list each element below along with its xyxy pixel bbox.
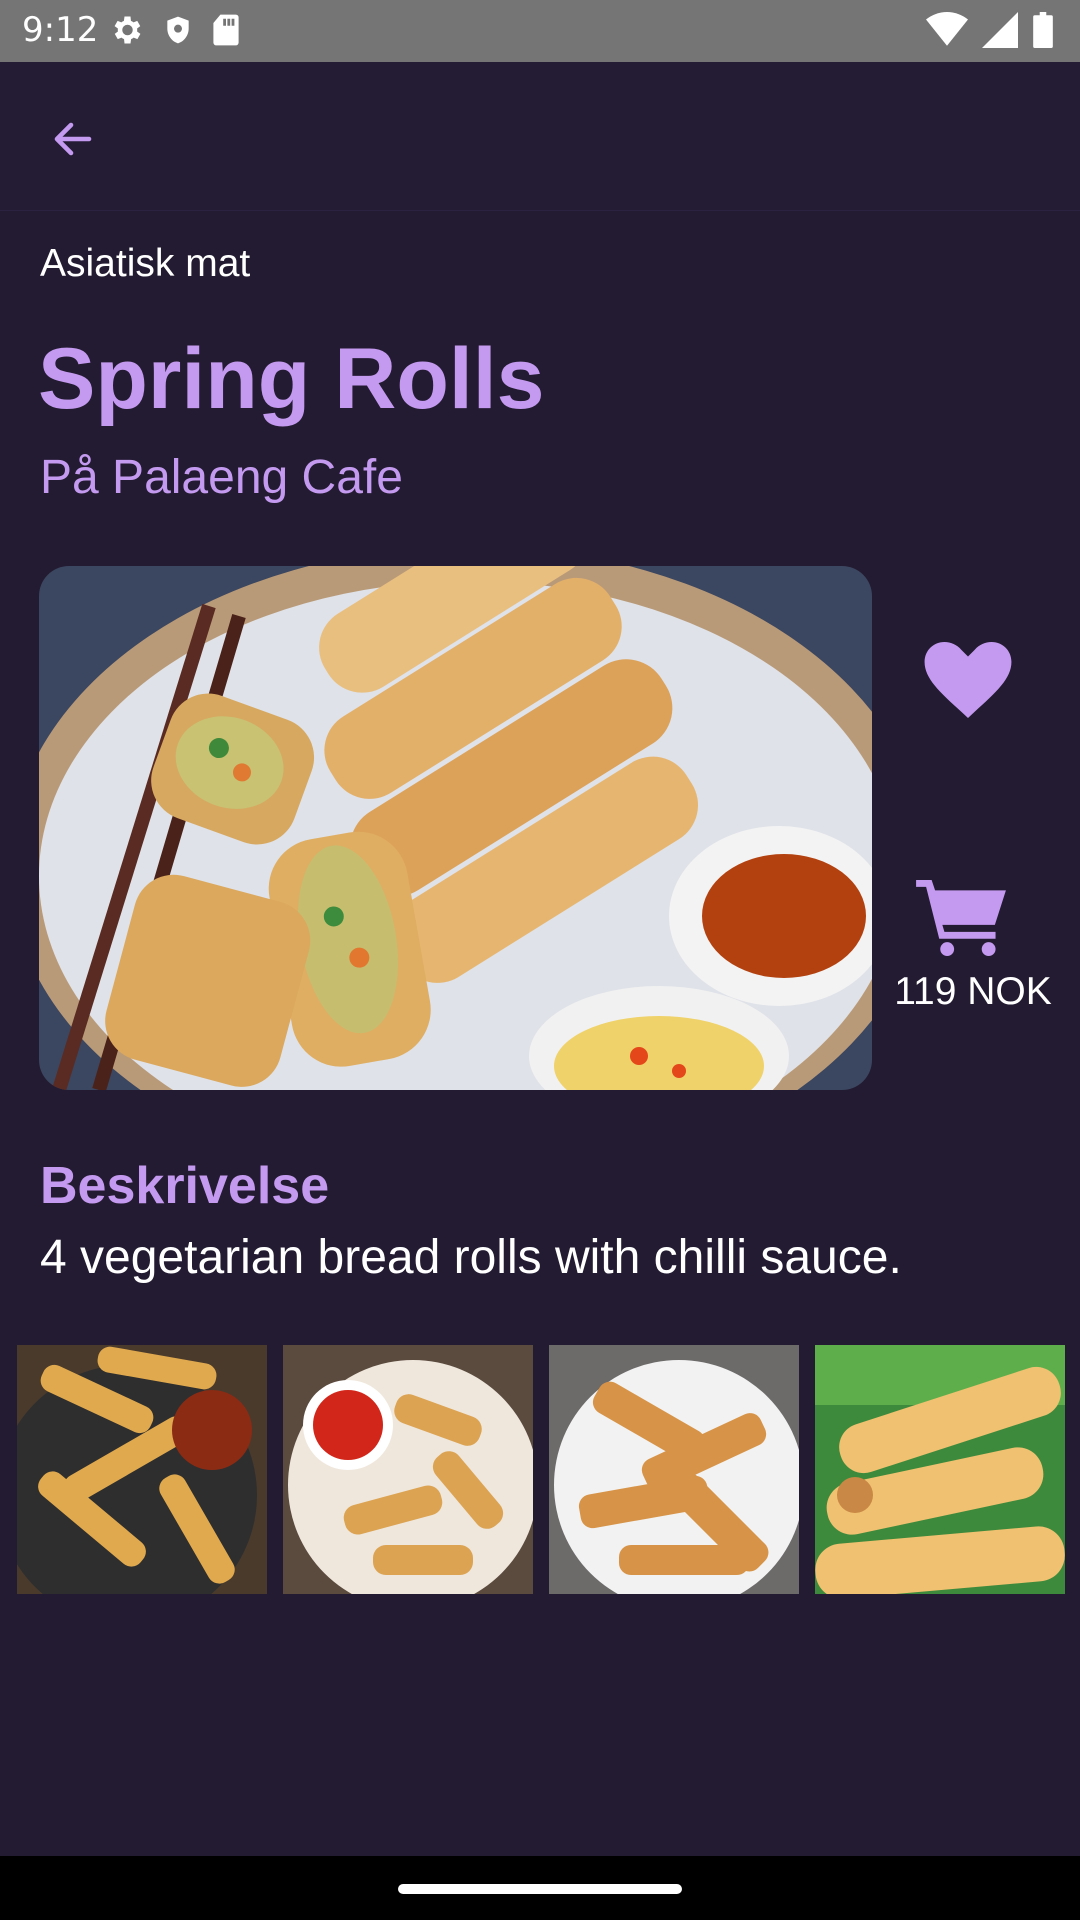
dish-title: Spring Rolls — [38, 331, 545, 427]
gear-icon — [114, 16, 141, 44]
gallery-thumbnail[interactable] — [17, 1345, 267, 1594]
battery-icon — [1033, 12, 1053, 48]
gallery-thumbnail[interactable] — [815, 1345, 1065, 1594]
restaurant-name: På Palaeng Cafe — [40, 451, 403, 504]
gallery-thumbnail[interactable] — [549, 1345, 799, 1594]
description-heading: Beskrivelse — [40, 1157, 330, 1215]
shield-icon — [167, 16, 189, 44]
back-button[interactable] — [40, 106, 106, 172]
arrow-left-icon — [54, 122, 92, 156]
status-bar: 9:12 — [0, 0, 1080, 62]
dish-main-image — [39, 566, 872, 1090]
signal-icon — [982, 12, 1018, 48]
favorite-button[interactable] — [912, 630, 1024, 730]
status-time: 9:12 — [22, 10, 99, 50]
app-bar — [0, 62, 1080, 211]
add-to-cart-button[interactable]: 119 NOK — [880, 870, 1066, 1020]
cart-icon — [916, 880, 1006, 956]
home-indicator[interactable] — [398, 1884, 682, 1894]
heart-icon — [924, 642, 1012, 718]
image-gallery — [17, 1345, 1065, 1594]
gallery-thumbnail[interactable] — [283, 1345, 533, 1594]
description-text: 4 vegetarian bread rolls with chilli sau… — [40, 1231, 902, 1284]
price-label: 119 NOK — [894, 970, 1052, 1013]
category-label: Asiatisk mat — [40, 242, 251, 285]
system-nav-bar — [0, 1856, 1080, 1920]
wifi-icon — [926, 12, 968, 46]
sd-card-icon — [213, 14, 239, 46]
